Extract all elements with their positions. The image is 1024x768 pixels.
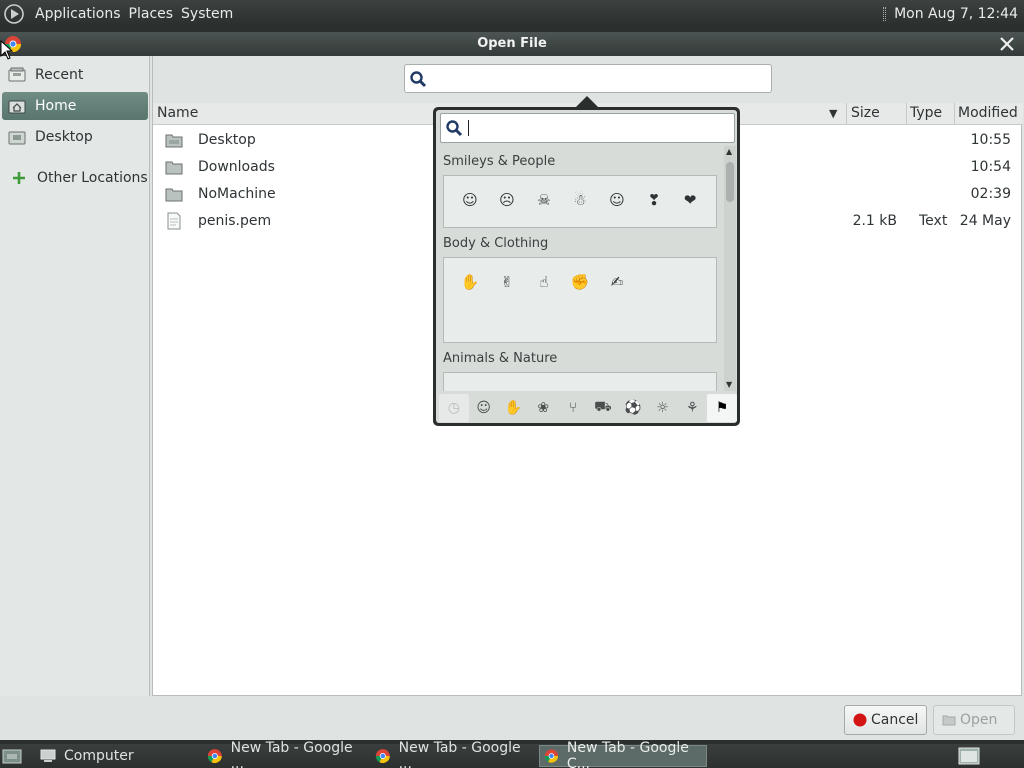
sort-arrow-icon[interactable]: ▼: [829, 107, 837, 120]
column-type[interactable]: Type: [910, 105, 942, 121]
emoji-item[interactable]: ☺: [607, 190, 627, 210]
column-size[interactable]: Size: [851, 105, 880, 121]
dialog-title: Open File: [477, 36, 547, 51]
menu-system[interactable]: System: [177, 6, 237, 22]
dialog-titlebar[interactable]: Open File: [0, 32, 1024, 56]
chrome-icon: [375, 749, 390, 763]
emoji-item[interactable]: ✍: [607, 272, 627, 292]
scroll-down-icon[interactable]: ▼: [726, 380, 732, 389]
file-icon: [167, 212, 181, 230]
emoji-grid-body: ✋ ✌ ☝ ✊ ✍: [443, 257, 717, 343]
task-chrome-1[interactable]: New Tab - Google ...: [203, 740, 367, 768]
emoji-picker-popover: Smileys & People ☺ ☹ ☠ ☃ ☺ ❣ ❤ Body & Cl…: [433, 107, 740, 426]
category-symbols-icon[interactable]: ⚘: [677, 394, 707, 422]
sidebar-item-label: Desktop: [35, 129, 93, 145]
panel-grip-icon: [883, 6, 887, 21]
sidebar-item-label: Recent: [35, 67, 84, 83]
recent-icon: [8, 67, 26, 82]
cancel-icon: [853, 713, 867, 727]
top-panel: Applications Places System Mon Aug 7, 12…: [0, 0, 1024, 27]
sidebar-item-other-locations[interactable]: Other Locations: [2, 164, 148, 192]
open-folder-icon: [942, 715, 956, 726]
category-flags-icon[interactable]: ⚑: [707, 394, 737, 422]
menu-places[interactable]: Places: [125, 6, 178, 22]
desktop-icon: [8, 131, 26, 145]
sidebar-item-label: Home: [35, 98, 77, 114]
clock-text: Mon Aug 7, 12:44: [894, 5, 1018, 22]
task-computer[interactable]: Computer: [36, 745, 200, 767]
search-input[interactable]: [404, 64, 772, 93]
menu-applications[interactable]: Applications: [31, 6, 125, 22]
folder-icon: [165, 161, 183, 175]
column-modified[interactable]: Modified: [958, 105, 1018, 121]
category-activities-icon[interactable]: ⚽: [618, 394, 648, 422]
sidebar-item-desktop[interactable]: Desktop: [2, 123, 148, 151]
category-body-icon[interactable]: ✋: [499, 394, 529, 422]
category-nature-icon[interactable]: ❀: [528, 394, 558, 422]
emoji-scroll-area[interactable]: Smileys & People ☺ ☹ ☠ ☃ ☺ ❣ ❤ Body & Cl…: [436, 146, 737, 391]
emoji-grid-smileys: ☺ ☹ ☠ ☃ ☺ ❣ ❤: [443, 175, 717, 228]
emoji-category-bar: ◷ ☺ ✋ ❀ ⑂ ⛟ ⚽ ☼ ⚘ ⚑: [436, 393, 737, 423]
emoji-grid-animals: [443, 372, 717, 391]
category-recent-icon[interactable]: ◷: [439, 394, 469, 422]
task-chrome-2[interactable]: New Tab - Google ...: [371, 740, 535, 768]
emoji-item[interactable]: ✊: [570, 272, 590, 292]
show-desktop-icon[interactable]: [2, 747, 22, 765]
mouse-cursor-icon: [0, 40, 14, 60]
emoji-search-input[interactable]: [440, 113, 735, 143]
task-chrome-3[interactable]: New Tab - Google C...: [539, 740, 707, 768]
computer-icon: [40, 749, 56, 762]
home-icon: [8, 100, 26, 114]
search-icon: [446, 120, 463, 137]
category-objects-icon[interactable]: ☼: [648, 394, 678, 422]
emoji-item[interactable]: ☃: [570, 190, 590, 210]
emoji-item[interactable]: ☠: [534, 190, 554, 210]
text-caret: [468, 120, 469, 136]
clock[interactable]: Mon Aug 7, 12:44: [883, 6, 1024, 22]
emoji-item[interactable]: ☺: [460, 190, 480, 210]
section-label: Smileys & People: [443, 154, 556, 169]
sidebar-item-recent[interactable]: Recent: [2, 61, 148, 89]
emoji-scrollbar[interactable]: ▲ ▼: [724, 146, 736, 391]
places-sidebar: Recent Home Desktop Other Locations: [0, 56, 150, 696]
emoji-item[interactable]: ✌: [497, 272, 517, 292]
category-travel-icon[interactable]: ⛟: [588, 394, 618, 422]
distro-logo-icon[interactable]: [3, 3, 25, 25]
cancel-button[interactable]: Cancel: [844, 705, 928, 735]
column-name[interactable]: Name: [157, 105, 198, 121]
category-smileys-icon[interactable]: ☺: [469, 394, 499, 422]
section-label: Body & Clothing: [443, 236, 549, 251]
emoji-item[interactable]: ✋: [460, 272, 480, 292]
emoji-item[interactable]: ❣: [644, 190, 664, 210]
scroll-thumb[interactable]: [726, 162, 734, 202]
search-icon: [410, 71, 427, 88]
close-icon[interactable]: [996, 33, 1018, 55]
open-button[interactable]: Open: [933, 705, 1015, 735]
emoji-item[interactable]: ☹: [497, 190, 517, 210]
sidebar-item-label: Other Locations: [37, 170, 148, 186]
emoji-item[interactable]: ❤: [680, 190, 700, 210]
category-food-icon[interactable]: ⑂: [558, 394, 588, 422]
folder-icon: [165, 134, 183, 148]
scroll-up-icon[interactable]: ▲: [726, 147, 732, 156]
emoji-item[interactable]: ☝: [534, 272, 554, 292]
workspace-switcher-icon[interactable]: [958, 747, 980, 765]
dialog-button-bar: Cancel Open: [0, 696, 1024, 740]
sidebar-item-home[interactable]: Home: [2, 92, 148, 120]
chrome-icon: [544, 749, 559, 763]
chrome-icon: [207, 749, 222, 763]
plus-icon: [13, 172, 25, 184]
bottom-taskbar: Computer New Tab - Google ... New Tab - …: [0, 740, 1024, 768]
folder-icon: [165, 188, 183, 202]
section-label: Animals & Nature: [443, 351, 558, 366]
